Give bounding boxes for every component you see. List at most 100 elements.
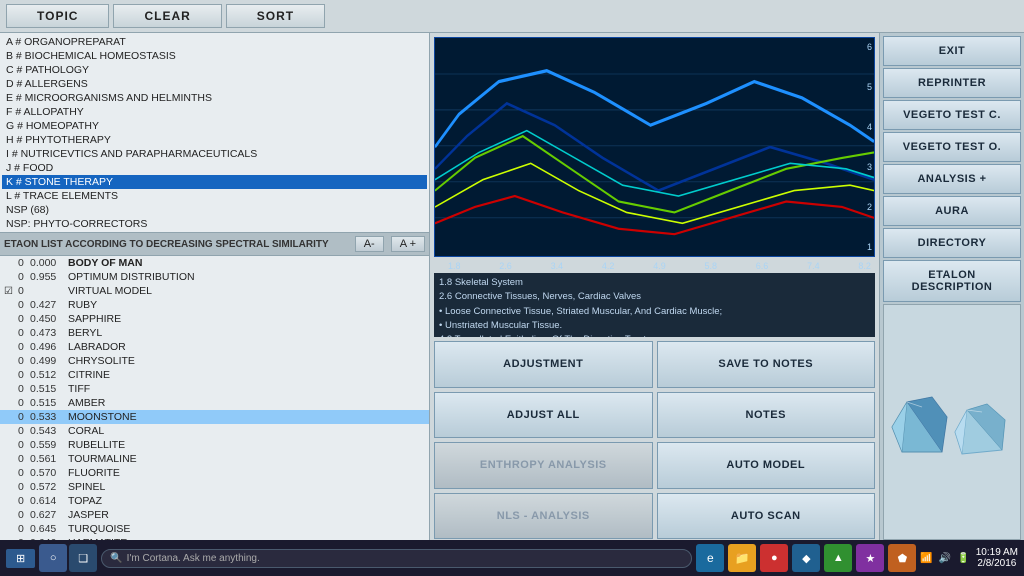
etalon-name: TOPAZ bbox=[68, 495, 425, 507]
stone-image bbox=[883, 304, 1021, 540]
etalon-zero: 0 bbox=[18, 397, 30, 409]
etalon-name: TIFF bbox=[68, 383, 425, 395]
etalon-row[interactable]: 00.000BODY OF MAN bbox=[0, 256, 429, 270]
topic-item[interactable]: G # HOMEOPATHY bbox=[2, 119, 427, 133]
etalon-zero: 0 bbox=[18, 411, 30, 423]
directory-button[interactable]: DIRECTORY bbox=[883, 228, 1021, 258]
search-bar[interactable]: 🔍 I'm Cortana. Ask me anything. bbox=[101, 549, 692, 568]
etalon-row[interactable]: 00.427RUBY bbox=[0, 298, 429, 312]
aura-button[interactable]: AURA bbox=[883, 196, 1021, 226]
explorer-icon[interactable]: 📁 bbox=[728, 544, 756, 572]
topic-item[interactable]: NSP: PHYTO-CORRECTORS bbox=[2, 217, 427, 231]
etalon-value: 0.955 bbox=[30, 271, 68, 283]
etalon-zero: 0 bbox=[18, 453, 30, 465]
topic-item[interactable]: L # TRACE ELEMENTS bbox=[2, 189, 427, 203]
clear-button[interactable]: CLEAR bbox=[113, 4, 221, 28]
cortana-icon[interactable]: ○ bbox=[39, 544, 67, 572]
etalon-list[interactable]: 00.000BODY OF MAN00.955OPTIMUM DISTRIBUT… bbox=[0, 256, 429, 543]
a-minus-button[interactable]: A- bbox=[355, 236, 384, 252]
etalon-zero: 0 bbox=[18, 313, 30, 325]
topic-list[interactable]: A # ORGANOPREPARATB # BIOCHEMICAL HOMEOS… bbox=[0, 33, 429, 233]
topic-item[interactable]: A # ORGANOPREPARAT bbox=[2, 35, 427, 49]
etalon-row[interactable]: 00.450SAPPHIRE bbox=[0, 312, 429, 326]
edge-icon[interactable]: e bbox=[696, 544, 724, 572]
etalon-row[interactable]: 00.533MOONSTONE bbox=[0, 410, 429, 424]
reprinter-button[interactable]: REPRINTER bbox=[883, 68, 1021, 98]
topic-item[interactable]: K # STONE THERAPY bbox=[2, 175, 427, 189]
etalon-zero: 0 bbox=[18, 285, 30, 297]
etalon-row[interactable]: 00.955OPTIMUM DISTRIBUTION bbox=[0, 270, 429, 284]
etalon-checkbox[interactable]: ☑ bbox=[4, 286, 18, 297]
etalon-row[interactable]: 00.614TOPAZ bbox=[0, 494, 429, 508]
topic-item[interactable]: H # PHYTOTHERAPY bbox=[2, 133, 427, 147]
nls-button: NLS - ANALYSIS bbox=[434, 493, 653, 540]
topic-item[interactable]: I # NUTRICEVTICS AND PARAPHARMACEUTICALS bbox=[2, 147, 427, 161]
vegeto-o-button[interactable]: VEGETO TEST O. bbox=[883, 132, 1021, 162]
etalon-row[interactable]: 00.473BERYL bbox=[0, 326, 429, 340]
app-icon-6[interactable]: ★ bbox=[856, 544, 884, 572]
auto-model-button[interactable]: AUTO MODEL bbox=[657, 442, 876, 489]
app-icon-3[interactable]: ● bbox=[760, 544, 788, 572]
adjustment-button[interactable]: ADJUSTMENT bbox=[434, 341, 653, 388]
notes-button[interactable]: NOTES bbox=[657, 392, 876, 439]
etalon-value: 0.543 bbox=[30, 425, 68, 437]
etalon-name: CHRYSOLITE bbox=[68, 355, 425, 367]
etaon-controls: A- A + bbox=[351, 236, 425, 252]
topic-item[interactable]: NSP (68) bbox=[2, 203, 427, 217]
adjust-all-button[interactable]: ADJUST ALL bbox=[434, 392, 653, 439]
save-to-notes-button[interactable]: SAVE TO NOTES bbox=[657, 341, 876, 388]
exit-button[interactable]: EXIT bbox=[883, 36, 1021, 66]
etalon-desc-button[interactable]: ETALON DESCRIPTION bbox=[883, 260, 1021, 302]
main-layout: A # ORGANOPREPARATB # BIOCHEMICAL HOMEOS… bbox=[0, 33, 1024, 543]
analysis-button[interactable]: ANALYSIS + bbox=[883, 164, 1021, 194]
topic-button[interactable]: TOPIC bbox=[6, 4, 109, 28]
start-button[interactable]: ⊞ bbox=[6, 549, 35, 568]
topic-item[interactable]: B # BIOCHEMICAL HOMEOSTASIS bbox=[2, 49, 427, 63]
center-panel: 6 5 4 3 2 1 1.8 2.6 3.4 4.2 4.9 5.8 6.6 … bbox=[430, 33, 879, 543]
topic-item[interactable]: C # PATHOLOGY bbox=[2, 63, 427, 77]
etalon-name: TURQUOISE bbox=[68, 523, 425, 535]
a-plus-button[interactable]: A + bbox=[391, 236, 425, 252]
etalon-value: 0.000 bbox=[30, 257, 68, 269]
etalon-row[interactable]: 00.515AMBER bbox=[0, 396, 429, 410]
etalon-value: 0.614 bbox=[30, 495, 68, 507]
etalon-row[interactable]: 00.627JASPER bbox=[0, 508, 429, 522]
etalon-value: 0.533 bbox=[30, 411, 68, 423]
app-icon-7[interactable]: ⬟ bbox=[888, 544, 916, 572]
chart-svg bbox=[435, 38, 874, 256]
task-view-icon[interactable]: ❑ bbox=[69, 544, 97, 572]
sort-button[interactable]: SORT bbox=[226, 4, 325, 28]
etalon-row[interactable]: 00.499CHRYSOLITE bbox=[0, 354, 429, 368]
chart-area: 6 5 4 3 2 1 bbox=[434, 37, 875, 257]
search-placeholder: I'm Cortana. Ask me anything. bbox=[127, 553, 260, 564]
etalon-row[interactable]: ☑0VIRTUAL MODEL bbox=[0, 284, 429, 298]
app-icon-4[interactable]: ◆ bbox=[792, 544, 820, 572]
enthropy-button: ENTHROPY ANALYSIS bbox=[434, 442, 653, 489]
system-clock: 10:19 AM 2/8/2016 bbox=[976, 547, 1018, 569]
etalon-name: CITRINE bbox=[68, 369, 425, 381]
right-panel: EXIT REPRINTER VEGETO TEST C. VEGETO TES… bbox=[879, 33, 1024, 543]
topic-item[interactable]: D # ALLERGENS bbox=[2, 77, 427, 91]
etalon-row[interactable]: 00.559RUBELLITE bbox=[0, 438, 429, 452]
auto-scan-button[interactable]: AUTO SCAN bbox=[657, 493, 876, 540]
etalon-row[interactable]: 00.570FLUORITE bbox=[0, 466, 429, 480]
info-box: 1.8 Skeletal System2.6 Connective Tissue… bbox=[434, 273, 875, 337]
topic-item[interactable]: E # MICROORGANISMS AND HELMINTHS bbox=[2, 91, 427, 105]
etalon-row[interactable]: 00.572SPINEL bbox=[0, 480, 429, 494]
etalon-name: RUBY bbox=[68, 299, 425, 311]
etalon-name: AMBER bbox=[68, 397, 425, 409]
etalon-zero: 0 bbox=[18, 327, 30, 339]
etalon-row[interactable]: 00.543CORAL bbox=[0, 424, 429, 438]
etalon-row[interactable]: 00.515TIFF bbox=[0, 382, 429, 396]
topic-item[interactable]: F # ALLOPATHY bbox=[2, 105, 427, 119]
etalon-zero: 0 bbox=[18, 509, 30, 521]
etalon-row[interactable]: 00.496LABRADOR bbox=[0, 340, 429, 354]
topic-item[interactable]: J # FOOD bbox=[2, 161, 427, 175]
etalon-row[interactable]: 00.645TURQUOISE bbox=[0, 522, 429, 536]
etalon-value: 0.496 bbox=[30, 341, 68, 353]
app-icon-5[interactable]: ▲ bbox=[824, 544, 852, 572]
etalon-row[interactable]: 00.561TOURMALINE bbox=[0, 452, 429, 466]
vegeto-c-button[interactable]: VEGETO TEST C. bbox=[883, 100, 1021, 130]
etalon-row[interactable]: 00.512CITRINE bbox=[0, 368, 429, 382]
etalon-value: 0.499 bbox=[30, 355, 68, 367]
